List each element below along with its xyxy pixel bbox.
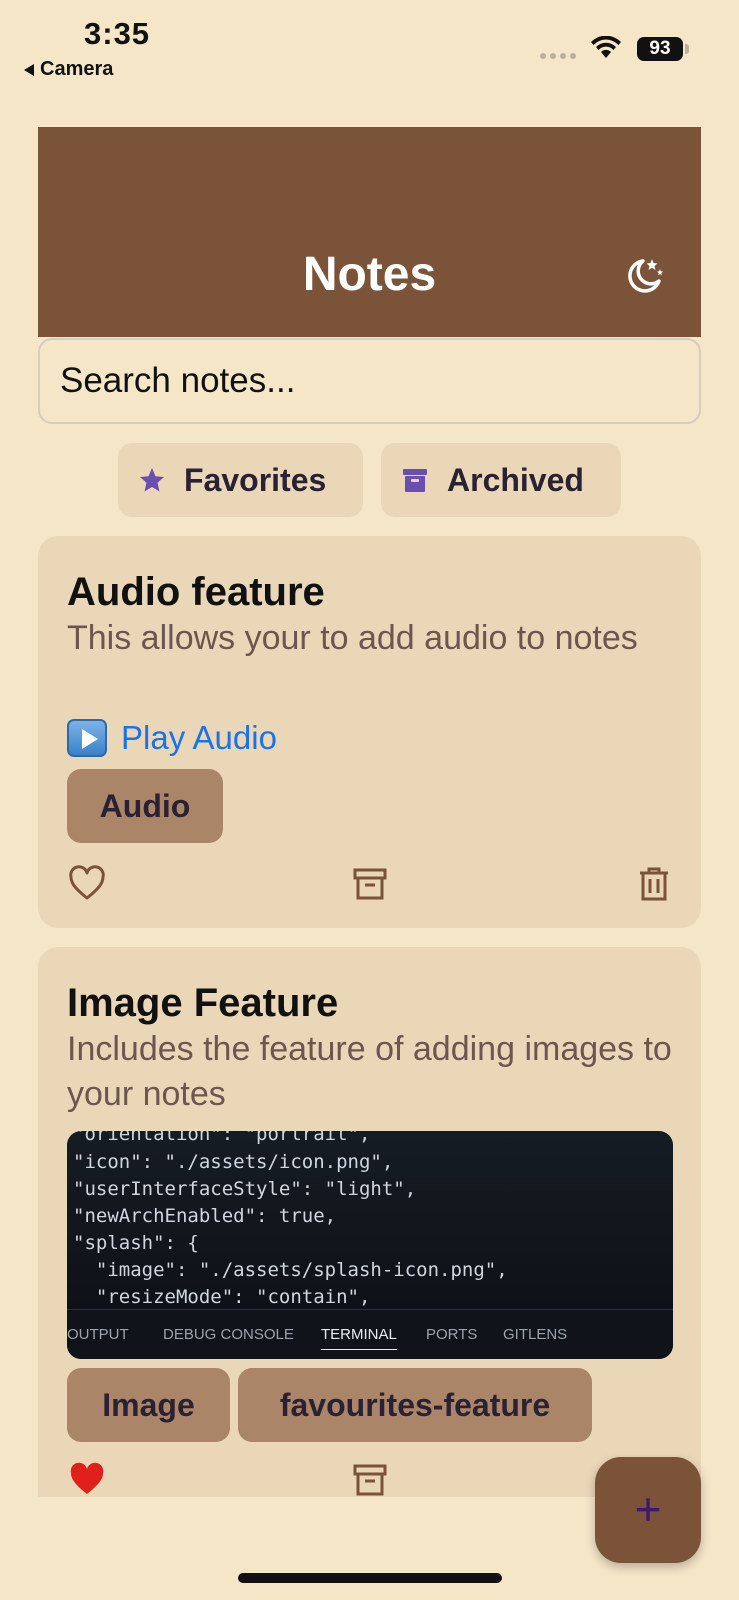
archive-icon[interactable] (350, 1460, 390, 1500)
archive-icon[interactable] (350, 864, 390, 904)
archived-filter-button[interactable]: Archived (381, 443, 621, 517)
code-line: "newArchEnabled": true, (73, 1205, 337, 1227)
panel-tab: OUTPUT (67, 1326, 129, 1343)
battery-nub (685, 44, 689, 54)
heart-filled-icon[interactable] (67, 1460, 107, 1500)
favorites-filter-button[interactable]: Favorites (118, 443, 363, 517)
trash-icon[interactable] (634, 864, 674, 904)
panel-tab: PORTS (426, 1326, 478, 1343)
note-tag[interactable]: favourites-feature (238, 1368, 592, 1442)
star-icon (140, 468, 164, 492)
back-arrow-icon (24, 63, 34, 76)
code-line: "splash": { (73, 1232, 199, 1254)
note-description: This allows your to add audio to notes (67, 619, 638, 657)
heart-outline-icon[interactable] (67, 864, 107, 904)
note-tag[interactable]: Audio (67, 769, 223, 843)
note-title: Audio feature (67, 570, 325, 614)
editor-panel-tabs: OUTPUT DEBUG CONSOLE TERMINAL PORTS GITL… (67, 1309, 673, 1359)
page-title: Notes (302, 248, 437, 301)
code-line: "image": "./assets/splash-icon.png", (73, 1259, 508, 1281)
archived-filter-label: Archived (447, 461, 584, 498)
app-header: Notes (38, 127, 701, 337)
wifi-icon (591, 36, 621, 58)
cellular-signal-icon (540, 53, 576, 59)
play-audio-button[interactable]: Play Audio (67, 719, 277, 757)
panel-tab: GITLENS (503, 1326, 568, 1343)
panel-tab: DEBUG CONSOLE (163, 1326, 294, 1343)
note-tag[interactable]: Image (67, 1368, 230, 1442)
back-to-camera-link[interactable]: Camera (24, 58, 113, 81)
status-bar: 3:35 Camera 93 (0, 0, 739, 90)
favorites-filter-label: Favorites (184, 461, 327, 498)
code-line: "resizeMode": "contain", (73, 1286, 371, 1308)
back-app-label: Camera (40, 58, 114, 80)
panel-tab-active: TERMINAL (321, 1326, 397, 1350)
note-card[interactable]: Image Feature Includes the feature of ad… (38, 947, 701, 1497)
note-image[interactable]: "orientation": "portrait", "icon": "./as… (67, 1131, 673, 1359)
code-line: "icon": "./assets/icon.png", (73, 1151, 394, 1173)
home-indicator[interactable] (238, 1573, 502, 1583)
status-time: 3:35 (84, 16, 151, 51)
note-card[interactable]: Audio feature This allows your to add au… (38, 536, 701, 928)
archive-icon (403, 469, 427, 492)
note-title: Image Feature (67, 981, 339, 1025)
note-description: Includes the feature of adding images to… (67, 1030, 672, 1113)
code-line: "userInterfaceStyle": "light", (73, 1178, 417, 1200)
add-note-button[interactable]: + (595, 1457, 701, 1563)
code-line: "orientation": "portrait", (73, 1131, 371, 1145)
moon-stars-icon[interactable] (623, 255, 665, 297)
play-icon (67, 719, 107, 757)
play-audio-label: Play Audio (121, 719, 277, 756)
search-input[interactable] (38, 338, 701, 424)
battery-indicator: 93 (637, 37, 683, 61)
